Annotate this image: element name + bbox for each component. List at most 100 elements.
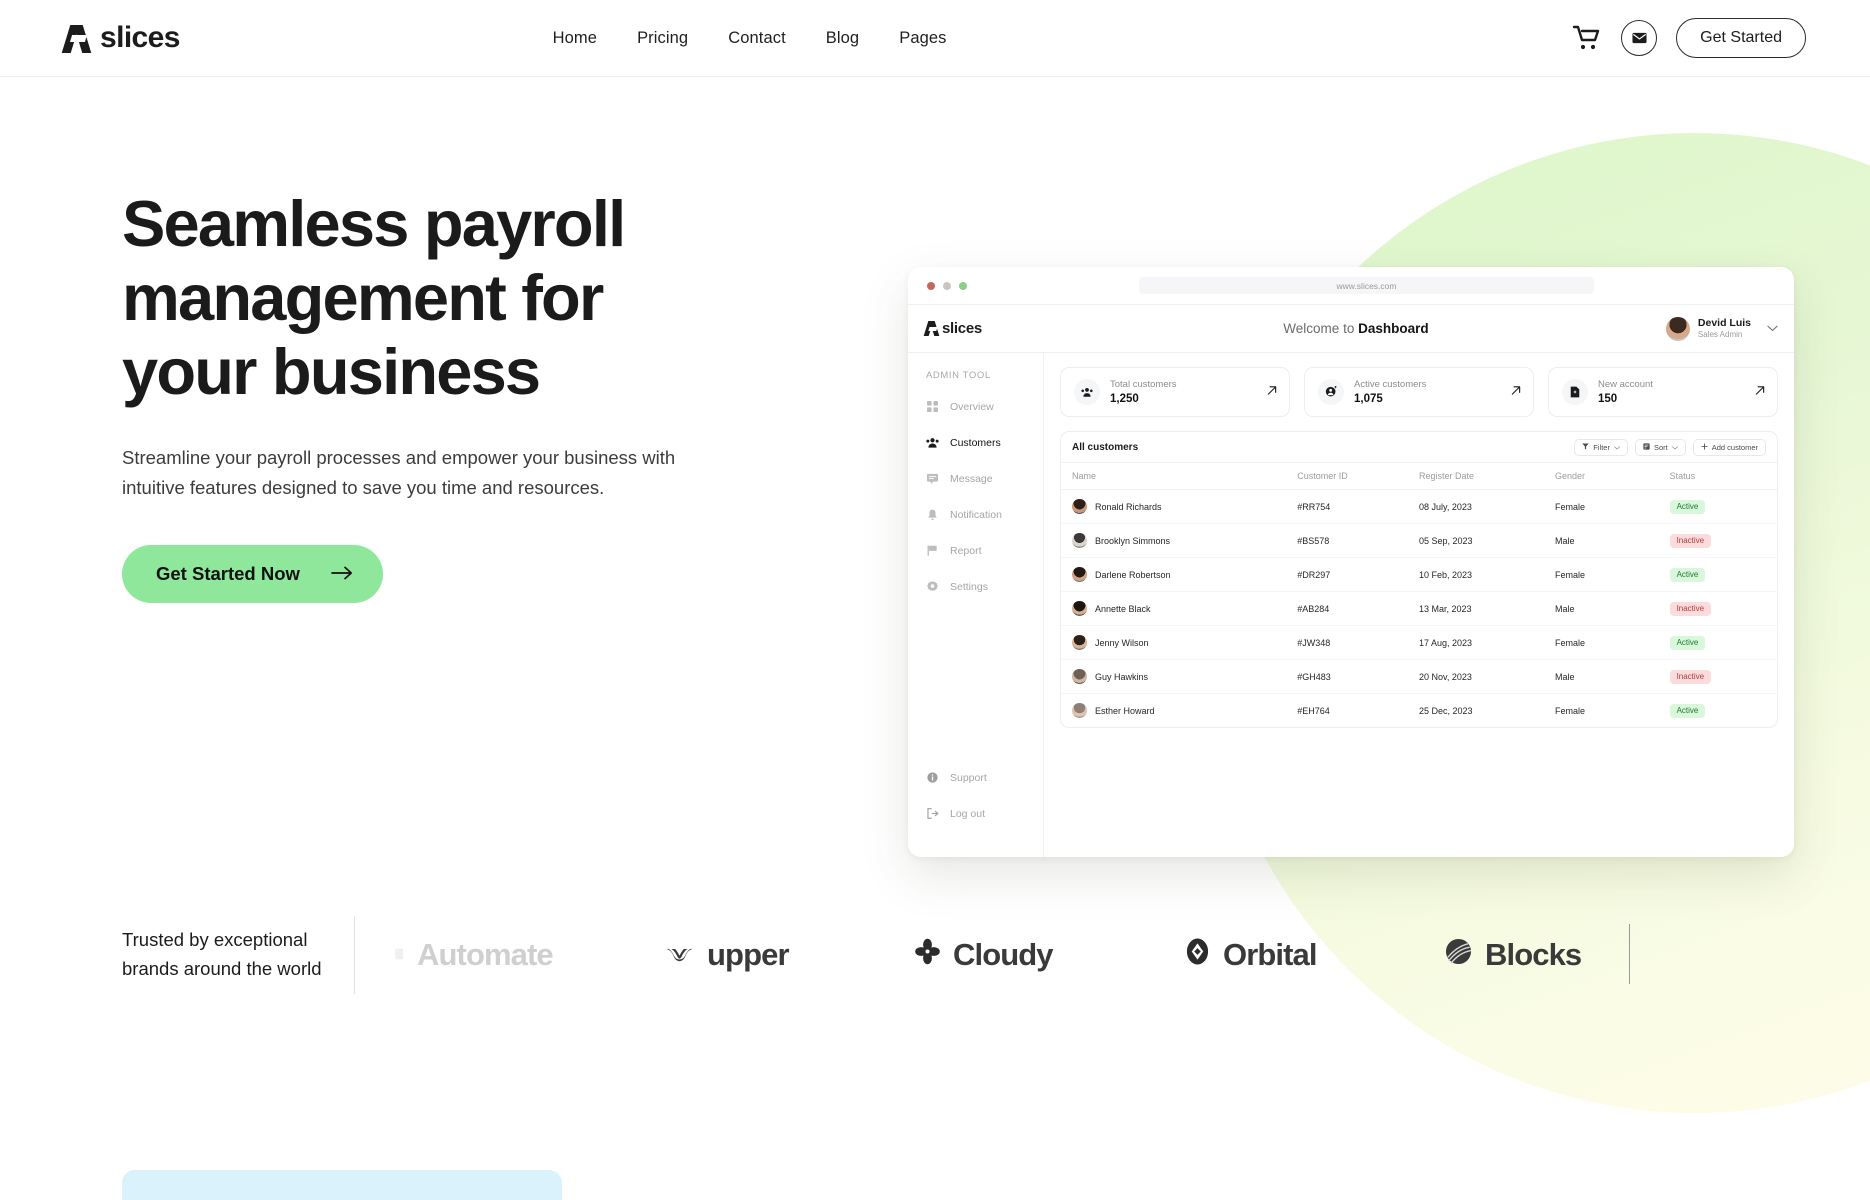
nav-item-blog[interactable]: Blog: [826, 29, 859, 48]
window-minimize-dot[interactable]: [943, 281, 951, 290]
table-row[interactable]: Esther Howard #EH764 25 Dec, 2023 Female…: [1061, 694, 1777, 728]
stat-cards: Total customers 1,250 Active customers 1…: [1060, 367, 1778, 417]
nav-item-pricing[interactable]: Pricing: [637, 29, 688, 48]
table-row[interactable]: Annette Black #AB284 13 Mar, 2023 Male I…: [1061, 591, 1777, 626]
status-badge: Inactive: [1669, 669, 1712, 684]
sidebar-item-message[interactable]: Message: [926, 466, 1043, 491]
window-close-dot[interactable]: [927, 281, 935, 290]
mail-button[interactable]: [1621, 20, 1658, 56]
header-actions: Get Started: [1572, 18, 1806, 58]
profile-menu[interactable]: Devid Luis Sales Admin: [1665, 316, 1778, 341]
profile-name: Devid Luis: [1697, 316, 1751, 329]
register-date: 08 July, 2023: [1418, 489, 1556, 524]
users-icon: [1074, 379, 1100, 405]
brand-name: Cloudy: [953, 937, 1054, 972]
table-row[interactable]: Jenny Wilson #JW348 17 Aug, 2023 Female …: [1061, 625, 1777, 660]
arrow-up-right-icon[interactable]: [1267, 386, 1277, 399]
sidebar-item-customers[interactable]: Customers: [926, 430, 1043, 455]
table-row[interactable]: Darlene Robertson #DR297 10 Feb, 2023 Fe…: [1061, 557, 1777, 592]
welcome-prefix: Welcome to: [1283, 321, 1359, 336]
hero-title-line-1: Seamless payroll: [122, 187, 626, 260]
hero-get-started-now-button[interactable]: Get Started Now: [122, 545, 383, 604]
sidebar-item-support[interactable]: Support: [926, 765, 1043, 790]
sidebar-item-label: Support: [950, 771, 987, 784]
slices-logo-icon: [61, 23, 92, 53]
chat-icon: [926, 472, 939, 485]
cloudy-icon: [915, 937, 940, 973]
customer-name: Ronald Richards: [1095, 501, 1162, 512]
address-bar[interactable]: www.slices.com: [1139, 277, 1594, 294]
shopping-cart-icon[interactable]: [1572, 24, 1602, 52]
browser-chrome: www.slices.com: [908, 267, 1794, 305]
sidebar-item-report[interactable]: Report: [926, 538, 1043, 563]
stat-card-new-account[interactable]: New account 150: [1548, 367, 1778, 417]
filter-button[interactable]: Filter: [1574, 438, 1628, 456]
arrow-up-right-icon[interactable]: [1755, 386, 1765, 399]
sidebar-item-label: Log out: [950, 807, 986, 820]
add-customer-button[interactable]: Add customer: [1692, 438, 1766, 456]
avatar: [1072, 567, 1087, 582]
divider: [1629, 924, 1630, 984]
sidebar-item-settings[interactable]: Settings: [926, 574, 1043, 599]
table-title: All customers: [1072, 441, 1139, 453]
table-row[interactable]: Brooklyn Simmons #BS578 05 Sep, 2023 Mal…: [1061, 523, 1777, 558]
window-maximize-dot[interactable]: [959, 281, 967, 290]
brand-name: Blocks: [1485, 937, 1582, 972]
site-logo[interactable]: slices: [61, 21, 180, 55]
sidebar-item-label: Report: [950, 544, 982, 557]
sidebar-item-notification[interactable]: Notification: [926, 502, 1043, 527]
hero-copy: Seamless payroll management for your bus…: [122, 187, 742, 604]
register-date: 05 Sep, 2023: [1418, 523, 1556, 558]
customer-id: #AB284: [1297, 591, 1419, 626]
status-badge: Inactive: [1669, 601, 1712, 616]
customer-gender: Female: [1555, 489, 1670, 524]
register-date: 25 Dec, 2023: [1418, 705, 1473, 716]
column-header-date[interactable]: Register Date: [1418, 463, 1556, 490]
table-row[interactable]: Ronald Richards #RR754 08 July, 2023 Fem…: [1061, 489, 1777, 524]
sidebar-bottom-group: Support Log out: [908, 765, 1043, 837]
header-get-started-button[interactable]: Get Started: [1676, 18, 1806, 58]
customer-gender: Male: [1555, 523, 1670, 558]
nav-item-contact[interactable]: Contact: [728, 29, 786, 48]
avatar: [1072, 669, 1087, 684]
stat-card-total-customers[interactable]: Total customers 1,250: [1060, 367, 1290, 417]
trusted-brands-section: Trusted by exceptional brands around the…: [0, 880, 1870, 1030]
column-header-id[interactable]: Customer ID: [1297, 463, 1419, 490]
column-header-status[interactable]: Status: [1669, 463, 1777, 490]
sidebar-item-label: Notification: [950, 508, 1002, 521]
sidebar-item-label: Customers: [950, 436, 1001, 449]
status-badge: Active: [1669, 499, 1706, 514]
customer-gender: Female: [1555, 625, 1670, 660]
stat-label: Total customers: [1110, 379, 1177, 390]
table-row[interactable]: Guy Hawkins #GH483 20 Nov, 2023 Male Ina…: [1061, 659, 1777, 694]
stat-value: 1,250: [1110, 393, 1139, 405]
flag-icon: [926, 544, 939, 557]
stat-card-active-customers[interactable]: Active customers 1,075: [1304, 367, 1534, 417]
customer-gender: Female: [1555, 557, 1670, 592]
gear-icon: [926, 580, 939, 593]
welcome-bold: Dashboard: [1358, 321, 1429, 336]
sidebar-item-overview[interactable]: Overview: [926, 394, 1043, 419]
customer-name: Brooklyn Simmons: [1095, 535, 1171, 546]
logout-icon: [926, 807, 939, 820]
sidebar-item-label: Settings: [950, 580, 988, 593]
grid-icon: [926, 400, 939, 413]
sort-button[interactable]: Sort: [1634, 438, 1686, 456]
bottom-section-card: [122, 1170, 562, 1200]
table-actions: Filter Sort Add customer: [1574, 438, 1766, 456]
hero-subtitle: Streamline your payroll processes and em…: [122, 447, 676, 499]
column-header-gender[interactable]: Gender: [1555, 463, 1670, 490]
status-badge: Active: [1669, 635, 1706, 650]
column-header-name[interactable]: Name: [1061, 463, 1298, 490]
arrow-up-right-icon[interactable]: [1511, 386, 1521, 399]
nav-item-pages[interactable]: Pages: [899, 29, 946, 48]
blocks-icon: [1445, 937, 1472, 973]
plus-icon: [1701, 442, 1708, 452]
file-plus-icon: [1562, 379, 1588, 405]
nav-item-home[interactable]: Home: [553, 29, 597, 48]
brand-logo-upper: upper: [665, 937, 790, 973]
status-badge: Active: [1669, 703, 1706, 718]
upper-icon: [665, 937, 694, 973]
stat-label: New account: [1598, 379, 1653, 390]
sidebar-item-logout[interactable]: Log out: [926, 801, 1043, 826]
